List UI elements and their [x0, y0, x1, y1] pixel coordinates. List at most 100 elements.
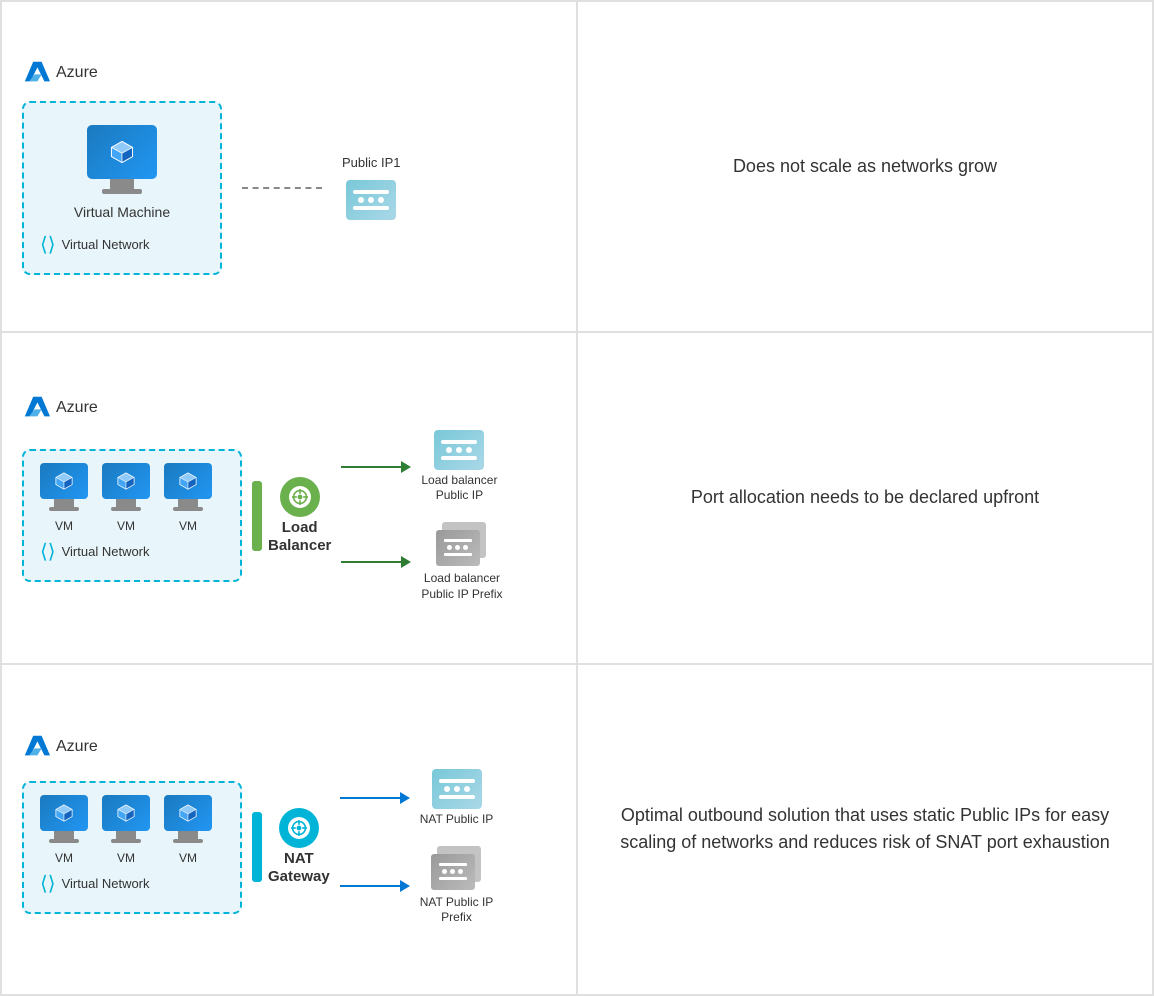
- row3-monitor2: [102, 795, 150, 831]
- row1-vm-label: Virtual Machine: [74, 204, 170, 220]
- row3-arrows-targets: NAT Public IP: [340, 769, 494, 926]
- row1-public-ip-label: Public IP1: [342, 155, 401, 170]
- row2-sfd2: [455, 545, 460, 550]
- row1-vnet-label: Virtual Network: [62, 237, 150, 252]
- row3-vnet-box: VM: [22, 781, 242, 914]
- row3-monitor3: [164, 795, 212, 831]
- row2-base3: [173, 507, 203, 511]
- row2-diagram-cell: Azure: [1, 332, 577, 663]
- row3-vms-row: VM: [40, 795, 224, 865]
- row3-cube3: [178, 803, 198, 823]
- row3-arrow-head1: [400, 792, 410, 804]
- row2-cube2: [116, 471, 136, 491]
- row3-multi-server: [431, 846, 483, 892]
- row3-vm3: VM: [164, 795, 212, 865]
- row2-sf-bar1: [444, 539, 472, 542]
- row3-sf-dots: [442, 869, 463, 874]
- row2-content: VM: [22, 430, 556, 602]
- row2-sfd1: [447, 545, 452, 550]
- row2-cube3: [178, 471, 198, 491]
- row2-base2: [111, 507, 141, 511]
- row2-dots1: [446, 447, 472, 453]
- row2-arrow-row2: Load balancer Public IP Prefix: [341, 522, 502, 602]
- row1-azure-header: Azure: [22, 59, 98, 87]
- row2-vm2-label: VM: [117, 519, 135, 533]
- row1-ip-bar1: [353, 190, 389, 194]
- row2-vnet-icon: ⟨⟩: [40, 539, 56, 564]
- row3-target1-label: NAT Public IP: [420, 812, 494, 828]
- row2-bar2: [441, 456, 477, 460]
- row1-cube-icon: [109, 139, 135, 165]
- row2-azure-header: Azure: [22, 394, 98, 422]
- row2-lb-name: Load Balancer: [268, 519, 331, 555]
- row2-sf-bar2: [444, 553, 472, 556]
- row3-nat-symbol: [291, 820, 307, 836]
- row3-vm1-label: VM: [55, 851, 73, 865]
- row1-vnet-box: Virtual Machine ⟨⟩ Virtual Network: [22, 101, 222, 275]
- azure-logo-icon: [22, 59, 50, 87]
- row3-arrow2: [340, 880, 410, 892]
- row1-diagram: Azure: [22, 59, 556, 275]
- row3-bar1: [439, 779, 475, 783]
- row1-dashed-line: [242, 187, 322, 189]
- row1-dot2: [368, 197, 374, 203]
- row3-d1: [444, 786, 450, 792]
- row2-diagram: Azure: [22, 394, 556, 602]
- row3-nat-inner: [288, 817, 310, 839]
- row2-vm3: VM: [164, 463, 212, 533]
- row2-d1: [446, 447, 452, 453]
- row3-azure-label: Azure: [56, 738, 98, 756]
- row3-vm2-label: VM: [117, 851, 135, 865]
- row2-vm2: VM: [102, 463, 150, 533]
- row3-base3: [173, 839, 203, 843]
- row1-ip-bar2: [353, 206, 389, 210]
- row2-azure-label: Azure: [56, 399, 98, 417]
- row1-connection: [242, 187, 322, 189]
- row2-arrow-line2: [341, 561, 401, 563]
- row2-arrow-line1: [341, 466, 401, 468]
- row3-nat-group: NAT Gateway: [268, 808, 330, 886]
- row2-monitor1: [40, 463, 88, 499]
- row3-arrow-row2: NAT Public IP Prefix: [340, 846, 494, 926]
- row1-content: Virtual Machine ⟨⟩ Virtual Network Publi…: [22, 101, 401, 275]
- row3-vm3-label: VM: [179, 851, 197, 865]
- row3-vnet-label: Virtual Network: [62, 876, 150, 891]
- row3-target1: NAT Public IP: [420, 769, 494, 828]
- row3-arrow-line1: [340, 797, 400, 799]
- row2-description: Port allocation needs to be declared upf…: [691, 484, 1039, 511]
- row2-sf-dots: [447, 545, 468, 550]
- row3-diagram: Azure: [22, 733, 556, 926]
- row3-arrow-line2: [340, 885, 400, 887]
- row1-ip-dots: [358, 197, 384, 203]
- row3-vnet-icon: ⟨⟩: [40, 871, 56, 896]
- row2-azure-logo-icon: [22, 394, 50, 422]
- row1-dot3: [378, 197, 384, 203]
- main-grid: Azure: [0, 0, 1154, 996]
- row2-arrow-row1: Load balancer Public IP: [341, 430, 502, 504]
- row3-diagram-cell: Azure: [1, 664, 577, 995]
- row2-target2-label: Load balancer Public IP Prefix: [421, 571, 502, 602]
- row2-arrow-head1: [401, 461, 411, 473]
- row2-vm1-label: VM: [55, 519, 73, 533]
- row3-bar2: [439, 795, 475, 799]
- row2-lb-icon: [280, 477, 320, 517]
- row3-cube1: [54, 803, 74, 823]
- row3-ip-icon1: [432, 769, 482, 809]
- row2-base1: [49, 507, 79, 511]
- row3-vnet-label-row: ⟨⟩ Virtual Network: [40, 871, 224, 896]
- row3-sfd1: [442, 869, 447, 874]
- row2-vm1: VM: [40, 463, 88, 533]
- row2-d2: [456, 447, 462, 453]
- row3-monitor1: [40, 795, 88, 831]
- row2-vm3-label: VM: [179, 519, 197, 533]
- row1-public-ip-group: Public IP1: [342, 155, 401, 220]
- row1-monitor: [87, 125, 157, 179]
- row2-green-bar: [252, 481, 262, 551]
- row2-target1-label: Load balancer Public IP: [421, 473, 497, 504]
- row3-target2-label: NAT Public IP Prefix: [420, 895, 494, 926]
- row3-dots1: [444, 786, 470, 792]
- row2-multi-server: [436, 522, 488, 568]
- row3-vm1: VM: [40, 795, 88, 865]
- row3-nat-name: NAT Gateway: [268, 850, 330, 886]
- row3-blue-bar: [252, 812, 262, 882]
